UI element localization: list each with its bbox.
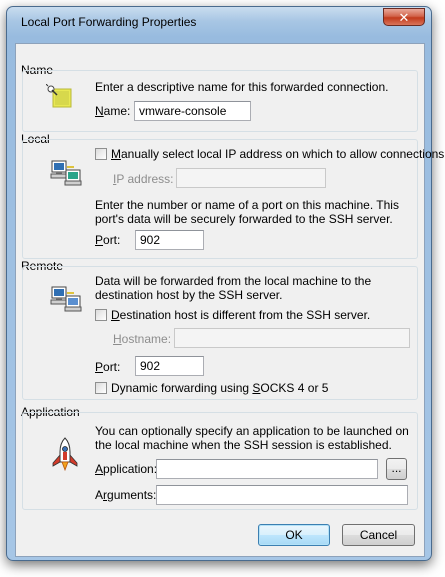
manual-ip-checkbox-label[interactable]: Manually select local IP address on whic…: [111, 147, 445, 161]
cancel-button[interactable]: Cancel: [342, 524, 415, 546]
close-button[interactable]: ✕: [383, 8, 425, 26]
socks-checkbox[interactable]: [95, 382, 107, 394]
rocket-icon: [52, 437, 78, 471]
ok-button[interactable]: OK: [258, 524, 330, 546]
hostname-input[interactable]: [174, 328, 410, 348]
destination-host-checkbox-label[interactable]: Destination host is different from the S…: [111, 308, 370, 322]
remote-port-input[interactable]: 902: [135, 356, 204, 376]
arguments-input[interactable]: [156, 485, 408, 505]
destination-host-checkbox[interactable]: [95, 309, 107, 321]
name-field-label: Name:: [95, 104, 131, 118]
application-label: Application:: [95, 462, 158, 476]
hostname-label: Hostname:: [113, 332, 172, 346]
ip-address-input[interactable]: [176, 168, 326, 188]
remote-port-label: Port:: [95, 360, 121, 374]
browse-button[interactable]: ...: [386, 458, 407, 480]
dialog-client-area: Name Enter a descriptive name for this f…: [15, 43, 445, 557]
dialog-window: Local Port Forwarding Properties ✕ Name …: [6, 6, 445, 561]
close-icon: ✕: [398, 10, 410, 25]
window-title: Local Port Forwarding Properties: [21, 15, 197, 29]
tag-icon: [46, 84, 72, 108]
application-input[interactable]: [156, 459, 378, 479]
name-input[interactable]: vmware-console: [134, 101, 251, 121]
local-port-description: Enter the number or name of a port on th…: [95, 198, 399, 226]
name-description: Enter a descriptive name for this forwar…: [95, 80, 389, 94]
remote-description: Data will be forwarded from the local ma…: [95, 274, 372, 302]
local-port-input[interactable]: 902: [135, 230, 204, 250]
title-bar[interactable]: Local Port Forwarding Properties ✕: [7, 7, 431, 37]
socks-checkbox-label[interactable]: Dynamic forwarding using SOCKS 4 or 5: [111, 381, 328, 395]
local-port-label: Port:: [95, 233, 121, 247]
computer-icon: [50, 160, 82, 186]
ip-address-label: IP address:: [113, 172, 174, 186]
arguments-label: Arguments:: [95, 488, 157, 502]
application-description: You can optionally specify an applicatio…: [95, 424, 409, 452]
network-computer-icon: [50, 286, 82, 312]
manual-ip-checkbox[interactable]: [95, 148, 107, 160]
